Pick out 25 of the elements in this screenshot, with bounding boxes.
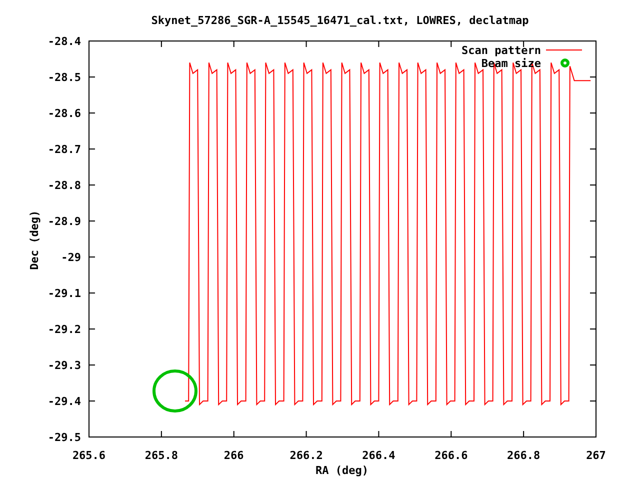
- tick-label: -29.3: [48, 359, 81, 372]
- legend-label: Beam size: [481, 57, 541, 70]
- tick-label: 266.6: [434, 449, 468, 462]
- axis-title: Dec (deg): [28, 210, 41, 270]
- tick-label: 266: [224, 449, 244, 462]
- tick-label: -28.5: [48, 71, 81, 84]
- tick-label: -28.7: [48, 143, 81, 156]
- tick-label: 265.6: [72, 449, 106, 462]
- tick-label: 266.8: [507, 449, 540, 462]
- tick-label: -28.6: [48, 107, 81, 120]
- tick-label: 265.8: [144, 449, 178, 462]
- tick-label: 267: [586, 449, 606, 462]
- tick-label: -29.1: [48, 287, 81, 300]
- tick-label: -28.8: [48, 179, 81, 192]
- legend-label: Scan pattern: [462, 44, 541, 57]
- tick-label: 266.4: [362, 449, 396, 462]
- tick-label: -29: [61, 251, 81, 264]
- axis-title: RA (deg): [316, 464, 368, 477]
- tick-label: 266.2: [290, 449, 323, 462]
- tick-label: -28.4: [48, 35, 81, 48]
- tick-label: -29.4: [48, 395, 81, 408]
- tick-label: -29.5: [48, 431, 81, 444]
- tick-label: -29.2: [48, 323, 81, 336]
- tick-label: -28.9: [48, 215, 81, 228]
- chart-title: Skynet_57286_SGR-A_15545_16471_cal.txt, LOWRES, declatmap: [151, 14, 529, 27]
